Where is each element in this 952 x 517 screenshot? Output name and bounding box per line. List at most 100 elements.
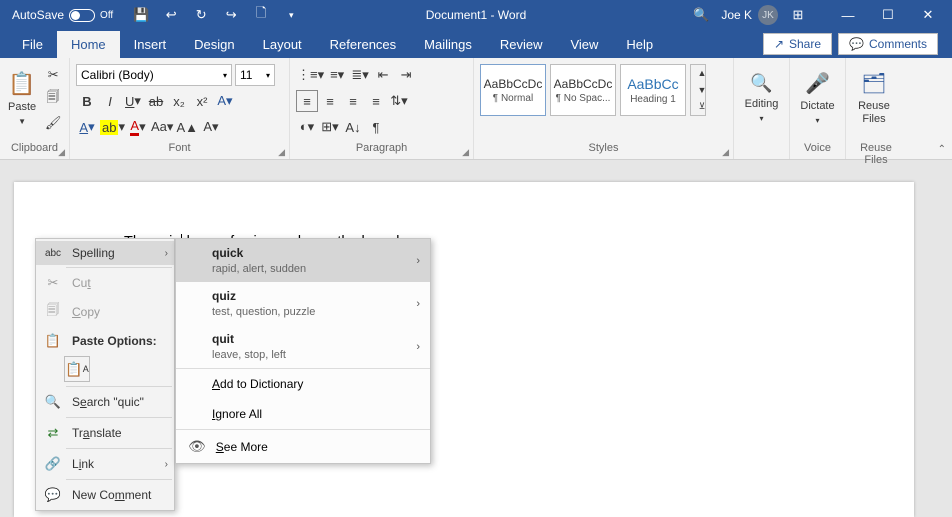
editing-button[interactable]: 🔍Editing▾ [740,64,783,132]
font-size-combo[interactable]: 11▾ [235,64,275,86]
ctx-translate[interactable]: ⇄ Translate [36,420,174,446]
search-icon[interactable]: 🔍 [687,2,715,28]
ribbon-display-icon[interactable]: ⊞ [784,2,812,28]
text-effects-button[interactable]: A▾ [214,90,236,112]
spelling-submenu: quick rapid, alert, sudden › quiz test, … [175,238,431,464]
format-painter-icon[interactable]: 🖌 [42,112,64,134]
close-button[interactable]: ✕ [908,0,948,30]
nav-back-icon[interactable]: ↪ [217,2,245,28]
autosave-toggle[interactable]: AutoSave Off [12,8,113,22]
minimize-button[interactable]: — [828,0,868,30]
show-marks-button[interactable]: ¶ [365,116,387,138]
autosave-state: Off [100,10,113,21]
style-normal[interactable]: AaBbCcDc¶ Normal [480,64,546,116]
borders-button[interactable]: ⊞▾ [319,116,341,138]
chevron-right-icon: › [416,341,420,353]
spell-suggestion-quit[interactable]: quit leave, stop, left › [176,325,430,368]
avatar[interactable]: JK [758,5,778,25]
tab-review[interactable]: Review [486,31,557,58]
microphone-icon: 🎤 [805,71,830,96]
tab-design[interactable]: Design [180,31,248,58]
tab-references[interactable]: References [316,31,410,58]
spell-suggestion-quiz[interactable]: quiz test, question, puzzle › [176,282,430,325]
font-color-button[interactable]: A▾ [127,116,149,138]
multilevel-button[interactable]: ≣▾ [349,64,371,86]
numbering-button[interactable]: ≡▾ [326,64,348,86]
clipboard-group-label: Clipboard [11,142,58,154]
cut-icon[interactable]: ✂ [42,64,64,86]
styles-up-button[interactable]: ▲ [691,65,713,82]
maximize-button[interactable]: ☐ [868,0,908,30]
ctx-link[interactable]: 🔗 Link › [36,451,174,477]
tab-help[interactable]: Help [612,31,667,58]
search-icon: 🔍 [44,394,62,410]
qat-customize-icon[interactable]: ▾ [277,2,305,28]
highlight-button[interactable]: ab▾ [99,116,126,138]
reuse-files-button[interactable]: 🗂Reuse Files [852,64,896,132]
paste-keep-text-button[interactable]: 📋A [64,356,90,382]
comments-button[interactable]: 💬Comments [838,33,938,55]
chevron-right-icon: › [165,459,168,470]
ctx-spelling[interactable]: abc Spelling › [36,241,174,265]
styles-more-button[interactable]: ⊻ [691,98,713,115]
collapse-ribbon-icon[interactable]: ⌃ [938,144,946,155]
spell-ignore-all[interactable]: Ignore All [176,399,430,429]
ctx-copy: 🗐 Copy [36,296,174,328]
comment-icon: 💬 [44,487,62,503]
align-right-button[interactable]: ≡ [342,90,364,112]
document-title: Document1 - Word [426,8,526,22]
save-icon[interactable]: 💾 [127,2,155,28]
style-heading1[interactable]: AaBbCcHeading 1 [620,64,686,116]
superscript-button[interactable]: x² [191,90,213,112]
nav-forward-icon[interactable]: 🗋 [247,2,275,28]
strikethrough-button[interactable]: ab [145,90,167,112]
tab-file[interactable]: File [8,31,57,58]
find-icon: 🔍 [750,73,772,94]
styles-down-button[interactable]: ▼ [691,82,713,99]
spell-suggestion-quick[interactable]: quick rapid, alert, sudden › [176,239,430,282]
user-name: Joe K [721,8,752,22]
bold-button[interactable]: B [76,90,98,112]
tab-view[interactable]: View [556,31,612,58]
decrease-indent-button[interactable]: ⇤ [372,64,394,86]
increase-indent-button[interactable]: ⇥ [395,64,417,86]
font-family-combo[interactable]: Calibri (Body)▾ [76,64,232,86]
dialog-launcher-icon[interactable]: ◢ [722,147,729,158]
dictate-button[interactable]: 🎤Dictate▾ [796,64,839,132]
copy-icon[interactable]: 🗐 [42,88,64,110]
style-no-spacing[interactable]: AaBbCcDc¶ No Spac... [550,64,616,116]
underline-button[interactable]: U▾ [122,90,144,112]
justify-button[interactable]: ≡ [365,90,387,112]
font-color2-button[interactable]: A▾ [76,116,98,138]
repeat-icon[interactable]: ↻ [187,2,215,28]
align-center-button[interactable]: ≡ [319,90,341,112]
grow-font-button[interactable]: A▲ [175,116,199,138]
subscript-button[interactable]: x₂ [168,90,190,112]
bullets-button[interactable]: ⋮≡▾ [296,64,325,86]
tab-layout[interactable]: Layout [249,31,316,58]
font-group-label: Font [168,142,190,154]
ctx-new-comment[interactable]: 💬 New Comment [36,482,174,508]
tab-insert[interactable]: Insert [120,31,181,58]
undo-icon[interactable]: ↩ [157,2,185,28]
tab-home[interactable]: Home [57,31,120,58]
change-case-button[interactable]: Aa▾ [150,116,174,138]
dialog-launcher-icon[interactable]: ◢ [58,147,65,158]
copy-icon: 🗐 [44,301,62,323]
share-button[interactable]: ↗Share [763,33,832,55]
clipboard-icon: 📋 [8,71,35,97]
paste-icon: 📋 [44,333,62,349]
shrink-font-button[interactable]: A▾ [200,116,222,138]
align-left-button[interactable]: ≡ [296,90,318,112]
sort-button[interactable]: A↓ [342,116,364,138]
dialog-launcher-icon[interactable]: ◢ [278,147,285,158]
tab-mailings[interactable]: Mailings [410,31,486,58]
line-spacing-button[interactable]: ⇅▾ [388,90,410,112]
spell-see-more[interactable]: 👁 See More [176,430,430,463]
spell-add-dictionary[interactable]: Add to Dictionary [176,369,430,399]
shading-button[interactable]: ◐▾ [296,116,318,138]
italic-button[interactable]: I [99,90,121,112]
dialog-launcher-icon[interactable]: ◢ [462,147,469,158]
paste-button[interactable]: 📋 Paste ▼ [6,64,38,132]
ctx-search[interactable]: 🔍 Search "quic" [36,389,174,415]
